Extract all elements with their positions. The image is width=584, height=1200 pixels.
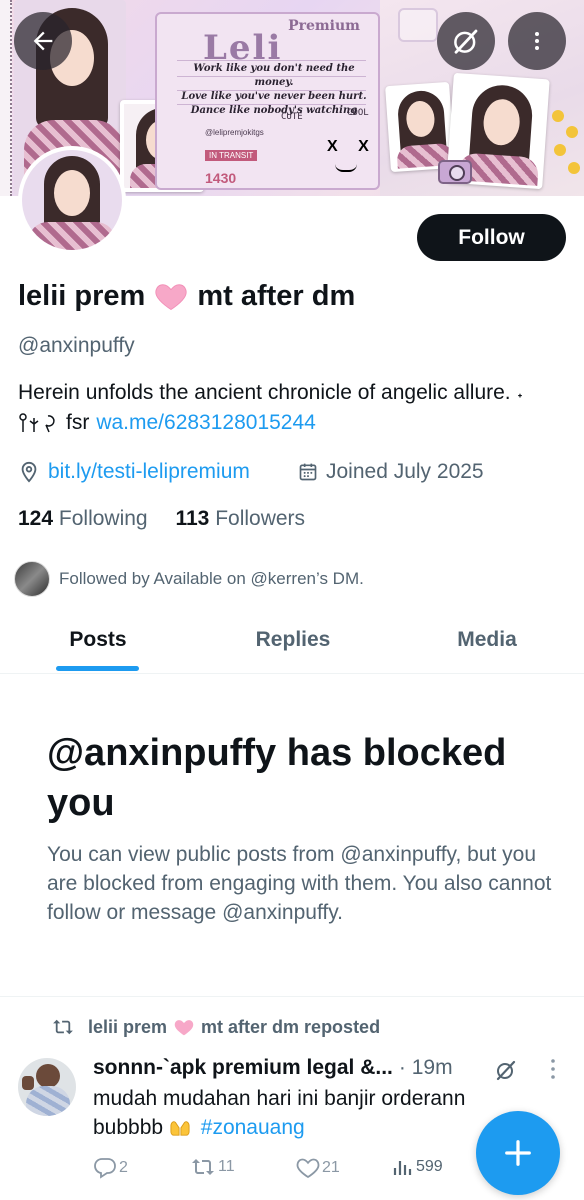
post-body: mudah mudahan hari ini banjir orderann b… bbox=[93, 1084, 513, 1142]
grok-icon bbox=[454, 29, 478, 54]
grok-button[interactable] bbox=[437, 12, 495, 70]
blocked-title: @anxinpuffy has blocked you bbox=[47, 732, 507, 824]
bio-line-2: fsr wa.me/6283128015244 bbox=[18, 411, 316, 435]
banner-transit-stamp: IN TRANSIT bbox=[205, 150, 258, 161]
compose-button[interactable] bbox=[476, 1111, 560, 1195]
repost-icon bbox=[53, 1019, 73, 1035]
banner-ticket: Premium Leli Work like you don't need th… bbox=[155, 12, 380, 190]
website-link[interactable]: bit.ly/testi-lelipremium bbox=[48, 460, 250, 484]
views-button[interactable]: 599 bbox=[392, 1157, 443, 1177]
banner-ticket-handle: @lelipremjokitgs bbox=[205, 128, 264, 137]
post-author[interactable]: sonnn-`apk premium legal &... bbox=[93, 1056, 393, 1080]
bio-fsr-text: fsr bbox=[66, 411, 90, 434]
joined-date: Joined July 2025 bbox=[326, 460, 484, 483]
camera-icon bbox=[438, 160, 472, 184]
repost-count: 11 bbox=[218, 1158, 235, 1175]
profile-avatar[interactable] bbox=[18, 146, 126, 254]
repost-icon bbox=[192, 1159, 214, 1175]
profile-name: lelii prem mt after dm bbox=[18, 278, 355, 314]
follower-avatar bbox=[14, 561, 50, 597]
profile-handle: @anxinpuffy bbox=[18, 334, 135, 357]
palms-up-emoji-icon bbox=[170, 1121, 190, 1136]
like-count: 21 bbox=[322, 1159, 340, 1176]
banner-cool-label: COOL bbox=[347, 108, 369, 118]
banner-face-eyes: X X bbox=[327, 138, 377, 155]
views-count: 599 bbox=[416, 1158, 443, 1175]
post-more-button[interactable] bbox=[546, 1058, 560, 1085]
banner-cute-label: CUTE bbox=[281, 112, 303, 122]
banner-quote: Work like you don't need the money. Love… bbox=[181, 63, 367, 116]
profile-name-part2: mt after dm bbox=[197, 279, 356, 312]
repost-button[interactable]: 11 bbox=[190, 1157, 235, 1177]
pink-heart-icon bbox=[155, 284, 187, 311]
reply-count: 2 bbox=[119, 1159, 128, 1176]
banner-clip bbox=[398, 8, 438, 42]
flower-decoration bbox=[548, 100, 584, 190]
banner-stripe bbox=[0, 0, 12, 196]
tab-replies[interactable]: Replies bbox=[196, 606, 390, 674]
calendar-icon bbox=[299, 463, 317, 481]
post-grok-button[interactable] bbox=[494, 1058, 518, 1087]
pink-heart-icon bbox=[174, 1020, 194, 1036]
pin-decor-icon bbox=[19, 413, 55, 433]
banner-face-mouth bbox=[335, 164, 357, 172]
location-pin-icon bbox=[21, 461, 37, 483]
post-hashtag[interactable]: #zonauang bbox=[201, 1116, 305, 1139]
tab-media[interactable]: Media bbox=[390, 606, 584, 674]
tab-posts[interactable]: Posts bbox=[0, 606, 196, 674]
reposted-label: mt after dm reposted bbox=[201, 1016, 381, 1037]
reply-button[interactable]: 2 bbox=[93, 1157, 128, 1179]
post-header: sonnn-`apk premium legal &... · 19m bbox=[93, 1056, 453, 1080]
follow-stats: 124 Following 113 Followers bbox=[18, 507, 305, 531]
follow-button[interactable]: Follow bbox=[417, 214, 566, 261]
reposter-name: lelii prem bbox=[88, 1016, 168, 1037]
divider bbox=[0, 996, 584, 997]
reply-icon bbox=[94, 1158, 116, 1179]
followed-by[interactable]: Followed by Available on @kerren’s DM. bbox=[14, 561, 364, 597]
bio-line-1: Herein unfolds the ancient chronicle of … bbox=[18, 381, 524, 404]
more-button[interactable] bbox=[508, 12, 566, 70]
bio-whatsapp-link[interactable]: wa.me/6283128015244 bbox=[96, 411, 316, 435]
banner-photo-right-1 bbox=[385, 81, 455, 173]
more-vertical-icon bbox=[551, 1059, 555, 1079]
plus-icon bbox=[505, 1140, 531, 1166]
followed-by-text: Followed by Available on @kerren’s DM. bbox=[59, 569, 364, 588]
repost-indicator[interactable]: lelii prem mt after dm reposted bbox=[52, 1016, 380, 1038]
grok-icon bbox=[496, 1060, 516, 1081]
arrow-left-icon bbox=[33, 31, 53, 51]
blocked-text: You can view public posts from @anxinpuf… bbox=[47, 843, 552, 924]
banner-ticket-number: 1430 bbox=[205, 170, 237, 186]
profile-joined: Joined July 2025 bbox=[298, 460, 484, 484]
following-stat[interactable]: 124 Following bbox=[18, 507, 148, 530]
profile-tabs: Posts Replies Media bbox=[0, 606, 584, 674]
heart-outline-icon bbox=[296, 1158, 320, 1179]
followers-stat[interactable]: 113 Followers bbox=[175, 507, 305, 530]
like-button[interactable]: 21 bbox=[296, 1157, 340, 1179]
post-author-avatar[interactable] bbox=[18, 1058, 76, 1116]
back-button[interactable] bbox=[14, 12, 72, 70]
active-tab-indicator bbox=[56, 666, 139, 671]
post-time[interactable]: · 19m bbox=[399, 1056, 453, 1080]
more-vertical-icon bbox=[535, 32, 539, 50]
profile-name-part1: lelii prem bbox=[18, 279, 146, 312]
views-chart-icon bbox=[393, 1161, 412, 1175]
profile-website[interactable]: bit.ly/testi-lelipremium bbox=[18, 460, 250, 484]
banner-premium-label: Premium bbox=[288, 18, 360, 34]
